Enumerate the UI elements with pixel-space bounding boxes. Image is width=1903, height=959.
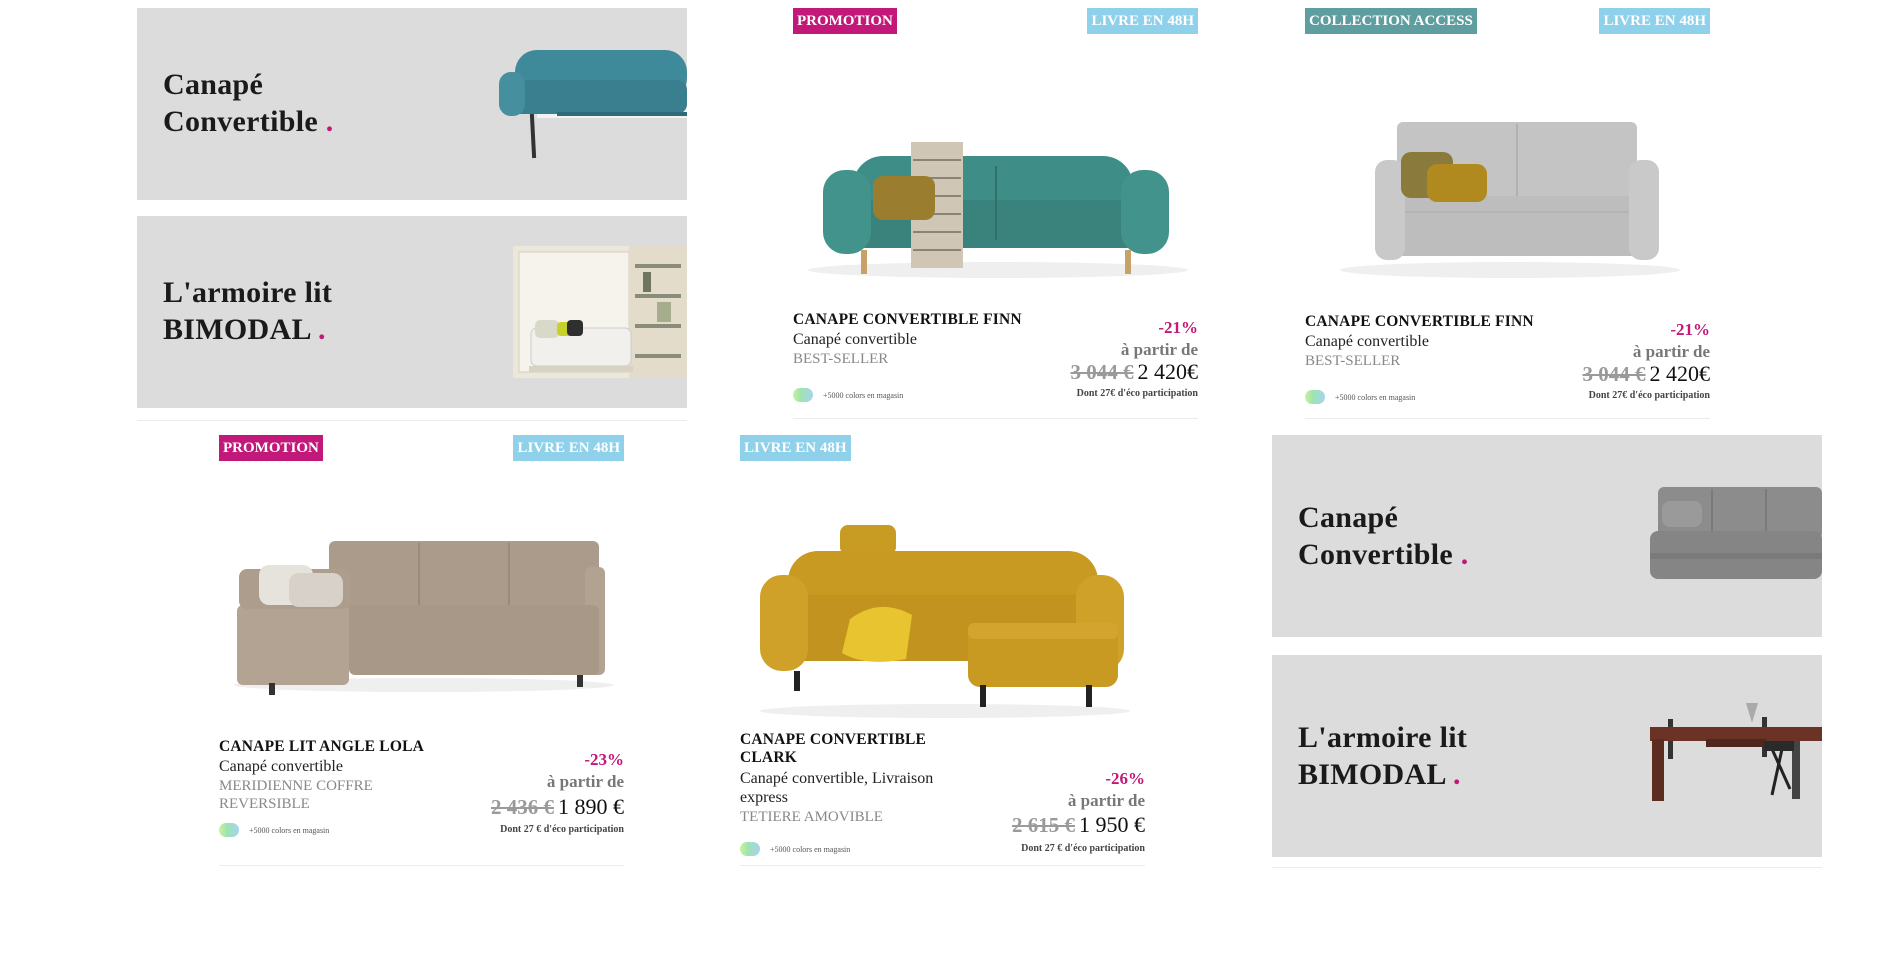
card-divider [740,865,1145,866]
product-feature: BEST-SELLER [1305,353,1401,369]
color-swatch-icon[interactable] [793,388,813,402]
product-feature: MERIDIENNE COFFRE REVERSIBLE [219,778,373,812]
eco-participation: Dont 27€ d'éco participation [1076,388,1198,399]
banner-title: Canapé Convertible . [163,68,334,138]
product-image [808,142,1188,278]
price-box: 3 044 €2 420€ [1583,361,1711,387]
delivery-48h-badge: LIVRE EN 48H [1599,8,1710,34]
color-swatch-icon[interactable] [740,842,760,856]
grey-sofa-image [1650,487,1822,579]
product-type: Canapé convertible [793,331,917,348]
price-from-label: à partir de [1120,340,1198,359]
discount-label: -21% [1158,318,1198,337]
card-divider [793,418,1198,419]
banner-title: L'armoire lit BIMODAL . [1298,721,1468,791]
discount-label: -26% [1105,769,1145,788]
banner-title: L'armoire lit BIMODAL . [163,276,333,346]
colors-count: +5000 colors en magasin [249,826,330,835]
teal-sofa-image [499,50,687,159]
banner-title: Canapé Convertible . [1298,501,1469,571]
price-from-label: à partir de [1632,342,1710,361]
product-image [760,525,1130,718]
promotion-badge: PROMOTION [793,8,897,34]
product-name[interactable]: CANAPE CONVERTIBLE FINN [1305,313,1534,331]
banner-canape-convertible[interactable]: Canapé Convertible . [1272,435,1822,637]
card-divider [219,865,624,866]
new-price: 2 420€ [1137,359,1199,384]
new-price: 1 950 € [1079,812,1145,837]
column-divider [1272,867,1822,868]
column-divider [137,420,687,421]
product-card[interactable]: PROMOTION LIVRE EN 48H CANAPE CONVERTIBL… [793,8,1198,420]
colors-count: +5000 colors en magasin [770,845,851,854]
banner-canape-convertible[interactable]: Canapé Convertible . [137,8,687,200]
color-swatch-icon[interactable] [1305,390,1325,404]
dining-table-image [1650,703,1822,801]
delivery-48h-badge: LIVRE EN 48H [740,435,851,461]
collection-access-badge: COLLECTION ACCESS [1305,8,1477,34]
product-card[interactable]: LIVRE EN 48H CANAPE CONVERTIBLE CLARK Ca… [740,435,1145,867]
colors-count: +5000 colors en magasin [1335,393,1416,402]
delivery-48h-badge: LIVRE EN 48H [1087,8,1198,34]
card-divider [1305,418,1710,419]
new-price: 2 420€ [1649,361,1711,386]
price-box: 2 436 €1 890 € [491,794,624,820]
product-name[interactable]: CANAPE CONVERTIBLE CLARK [740,731,960,767]
product-name[interactable]: CANAPE CONVERTIBLE FINN [793,311,1022,329]
product-card[interactable]: COLLECTION ACCESS LIVRE EN 48H CANAPE CO… [1305,8,1710,420]
product-image [234,541,614,695]
new-price: 1 890 € [558,794,624,819]
product-type: Canapé convertible [1305,333,1429,350]
discount-label: -21% [1670,320,1710,339]
banner-armoire-lit-bimodal[interactable]: L'armoire lit BIMODAL . [137,216,687,408]
product-feature: BEST-SELLER [793,351,889,367]
product-type: Canapé convertible, Livraison express [740,770,934,806]
old-price: 2 436 € [491,795,554,819]
discount-label: -23% [584,750,624,769]
eco-participation: Dont 27€ d'éco participation [1588,390,1710,401]
price-from-label: à partir de [546,772,624,791]
old-price: 3 044 € [1070,360,1134,384]
price-box: 2 615 €1 950 € [1012,812,1145,838]
old-price: 2 615 € [1012,813,1075,837]
promotion-badge: PROMOTION [219,435,323,461]
eco-participation: Dont 27 € d'éco participation [500,824,624,835]
product-image [1340,122,1680,278]
price-box: 3 044 €2 420€ [1071,359,1199,385]
product-feature: TETIERE AMOVIBLE [740,809,883,825]
banner-armoire-lit-bimodal[interactable]: L'armoire lit BIMODAL . [1272,655,1822,857]
old-price: 3 044 € [1582,362,1646,386]
product-card[interactable]: PROMOTION LIVRE EN 48H CANAPE LIT ANGLE … [219,435,624,867]
price-from-label: à partir de [1067,791,1145,810]
colors-count: +5000 colors en magasin [823,391,904,400]
eco-participation: Dont 27 € d'éco participation [1021,843,1145,854]
delivery-48h-badge: LIVRE EN 48H [513,435,624,461]
color-swatch-icon[interactable] [219,823,239,837]
product-name[interactable]: CANAPE LIT ANGLE LOLA [219,738,424,756]
wall-bed-image [513,246,687,378]
product-type: Canapé convertible [219,758,343,775]
